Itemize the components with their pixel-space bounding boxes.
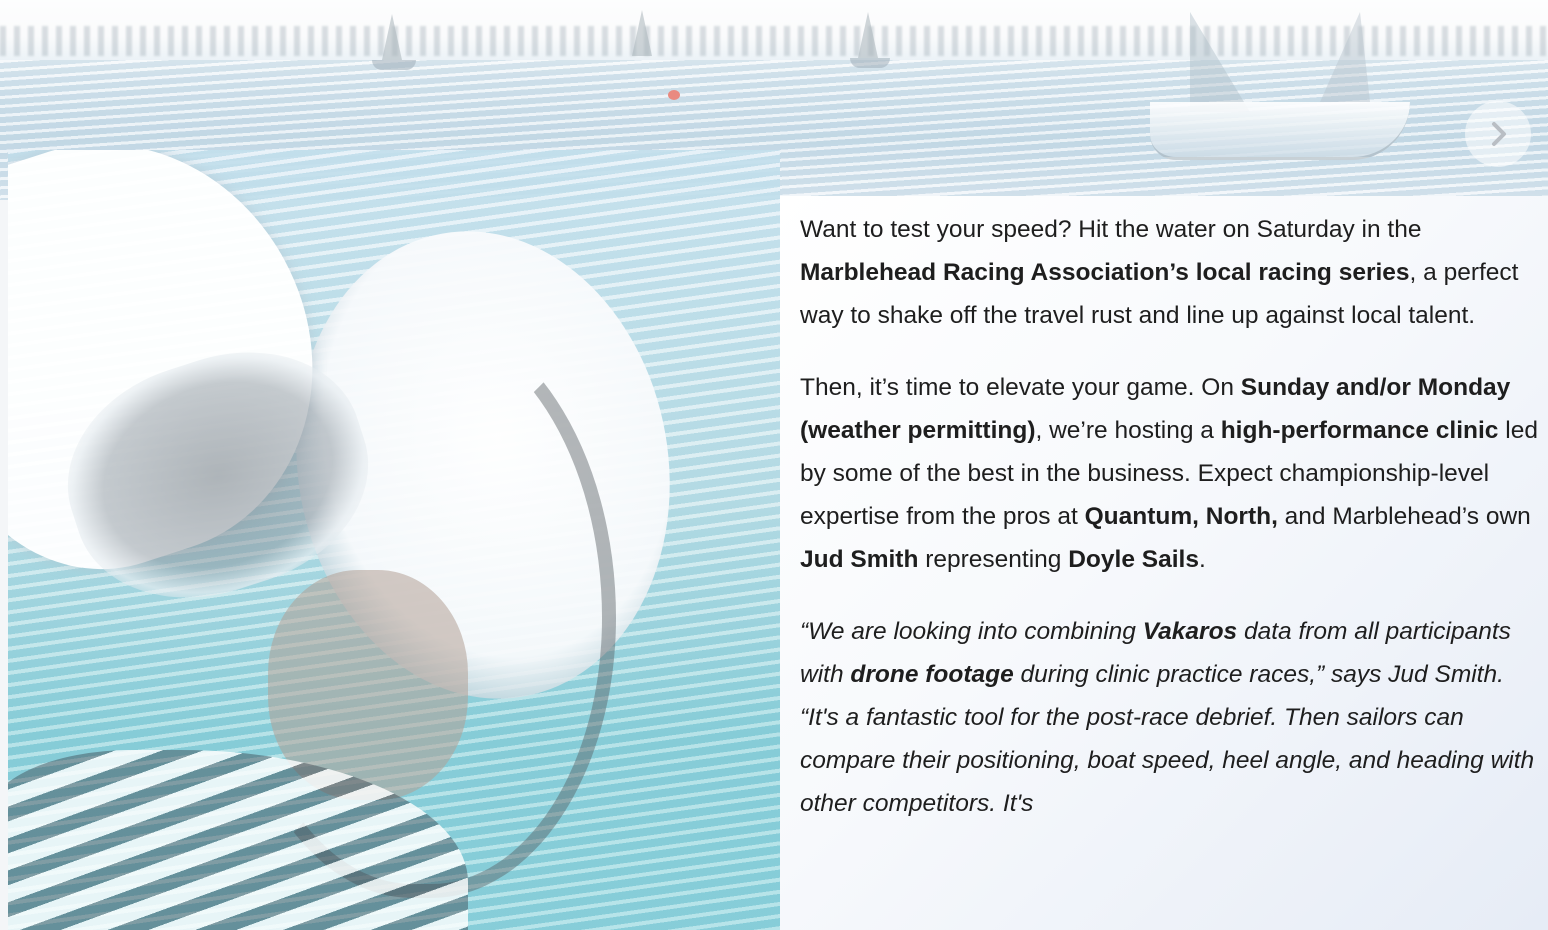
- large-sailboat: [1150, 12, 1420, 162]
- distant-hull: [850, 58, 890, 68]
- distant-hull: [372, 60, 416, 70]
- paragraph-clinic: Then, it’s time to elevate your game. On…: [800, 366, 1540, 581]
- coach-name: Jud Smith: [800, 546, 919, 573]
- article-body: Want to test your speed? Hit the water o…: [800, 208, 1540, 854]
- slider-next-button[interactable]: [1465, 101, 1531, 167]
- distant-sailboat: [858, 12, 878, 58]
- link-racing-series: Marblehead Racing Association’s local ra…: [800, 259, 1410, 286]
- text: “We are looking into combining: [800, 618, 1143, 645]
- large-sailboat-mainsail: [1190, 12, 1250, 112]
- drone-footage: drone footage: [850, 661, 1014, 688]
- paragraph-racing-series: Want to test your speed? Hit the water o…: [800, 208, 1540, 337]
- text: and Marblehead’s own: [1277, 503, 1531, 530]
- text: Want to test your speed? Hit the water o…: [800, 216, 1422, 243]
- sailmakers: Quantum, North,: [1084, 503, 1278, 530]
- chevron-right-icon: [1492, 122, 1506, 146]
- large-sailboat-hull: [1150, 102, 1410, 160]
- orange-buoy: [668, 90, 680, 100]
- paragraph-quote: “We are looking into combining Vakaros d…: [800, 610, 1540, 825]
- clinic-name: high-performance clinic: [1220, 417, 1499, 444]
- large-sailboat-jib: [1320, 12, 1370, 102]
- distant-sailboat: [382, 14, 402, 60]
- page: Want to test your speed? Hit the water o…: [0, 0, 1548, 930]
- text: Then, it’s time to elevate your game. On: [800, 374, 1241, 401]
- text: .: [1198, 546, 1206, 573]
- megaphone-photo: [8, 150, 780, 930]
- distant-sailboat: [632, 10, 652, 56]
- sailmaker-doyle: Doyle Sails: [1068, 546, 1199, 573]
- vakaros-brand: Vakaros: [1142, 618, 1238, 645]
- article-text-panel: Want to test your speed? Hit the water o…: [780, 196, 1548, 930]
- text: , we’re hosting a: [1035, 417, 1221, 444]
- text: representing: [918, 546, 1069, 573]
